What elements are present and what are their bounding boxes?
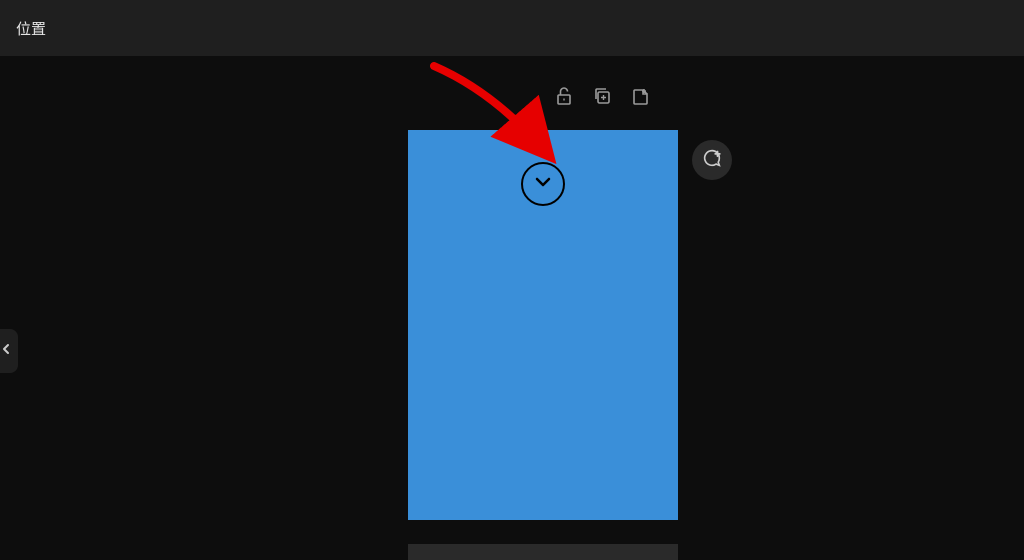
collapse-sidebar-button[interactable] bbox=[0, 329, 18, 373]
artboard-panel[interactable] bbox=[408, 130, 678, 520]
chevron-down-icon bbox=[532, 171, 554, 198]
bottom-strip bbox=[408, 544, 678, 560]
dropdown-toggle[interactable] bbox=[521, 162, 565, 206]
chevron-left-icon bbox=[0, 342, 13, 361]
top-bar: 位置 bbox=[0, 0, 1024, 56]
canvas-area bbox=[0, 56, 1024, 560]
page-title: 位置 bbox=[16, 18, 46, 39]
lock-icon[interactable] bbox=[554, 86, 574, 106]
artboard-toolbar bbox=[554, 86, 650, 106]
copy-plus-icon[interactable] bbox=[592, 86, 612, 106]
add-comment-button[interactable] bbox=[692, 140, 732, 180]
comment-plus-icon bbox=[701, 147, 723, 174]
new-page-icon[interactable] bbox=[630, 86, 650, 106]
